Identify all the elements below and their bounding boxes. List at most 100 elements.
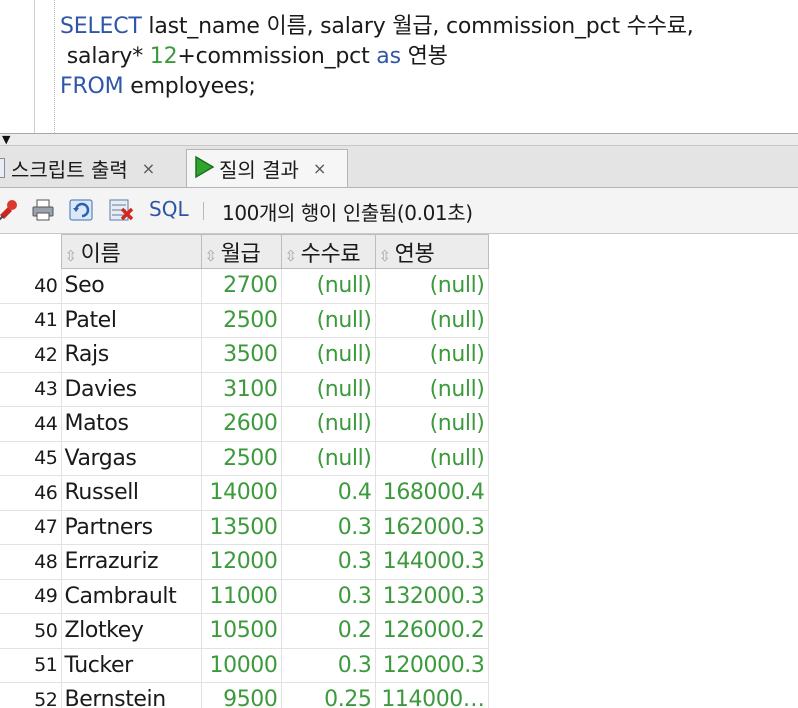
sql-editor[interactable]: SELECT last_name 이름, salary 월급, commissi… bbox=[0, 0, 798, 133]
table-row[interactable]: 51 Tucker 10000 0.3 120000.3 bbox=[0, 648, 489, 683]
cell-annual[interactable]: (null) bbox=[375, 372, 489, 407]
cell-annual[interactable]: (null) bbox=[375, 303, 489, 338]
close-icon[interactable]: × bbox=[313, 159, 326, 178]
cell-annual[interactable]: 126000.2 bbox=[375, 613, 489, 649]
cell-salary[interactable]: 14000 bbox=[201, 475, 282, 511]
cell-commission[interactable]: 0.4 bbox=[281, 475, 376, 511]
cell-commission[interactable]: (null) bbox=[281, 406, 376, 442]
cell-annual[interactable]: (null) bbox=[375, 441, 489, 476]
cell-name[interactable]: Cambrault bbox=[61, 579, 202, 614]
cell-salary[interactable]: 2700 bbox=[201, 268, 282, 304]
cell-commission[interactable]: 0.2 bbox=[281, 613, 376, 649]
cell-name[interactable]: Russell bbox=[61, 475, 202, 511]
table-row[interactable]: 40 Seo 2700 (null) (null) bbox=[0, 268, 489, 304]
cell-commission[interactable]: 0.3 bbox=[281, 579, 376, 614]
cell-salary[interactable]: 2500 bbox=[201, 441, 282, 476]
cell-annual[interactable]: 120000.3 bbox=[375, 648, 489, 683]
cell-salary[interactable]: 2500 bbox=[201, 303, 282, 338]
cell-annual[interactable]: (null) bbox=[375, 268, 489, 304]
sort-icon[interactable]: ⇳ bbox=[65, 247, 78, 265]
cell-salary[interactable]: 3100 bbox=[201, 372, 282, 407]
cell-commission[interactable]: 0.3 bbox=[281, 648, 376, 683]
cell-name[interactable]: Patel bbox=[61, 303, 202, 338]
sql-button[interactable]: SQL bbox=[149, 197, 189, 221]
cell-annual[interactable]: 132000.3 bbox=[375, 579, 489, 614]
sort-icon[interactable]: ⇳ bbox=[205, 247, 218, 265]
cell-commission[interactable]: (null) bbox=[281, 337, 376, 373]
cell-commission[interactable]: (null) bbox=[281, 303, 376, 338]
sort-icon[interactable]: ⇳ bbox=[285, 247, 298, 265]
refresh-icon[interactable] bbox=[68, 197, 94, 223]
code-line-1[interactable]: SELECT last_name 이름, salary 월급, commissi… bbox=[60, 12, 694, 42]
column-header-commission[interactable]: ⇳ 수수료 bbox=[280, 234, 376, 269]
column-header-label: 이름 bbox=[80, 241, 121, 267]
table-row[interactable]: 46 Russell 14000 0.4 168000.4 bbox=[0, 475, 489, 511]
cell-name[interactable]: Partners bbox=[61, 510, 202, 545]
cell-annual[interactable]: 162000.3 bbox=[375, 510, 489, 545]
cell-salary[interactable]: 13500 bbox=[201, 510, 282, 545]
cell-annual[interactable]: 144000.3 bbox=[375, 544, 489, 580]
cell-name[interactable]: Bernstein bbox=[61, 682, 202, 708]
tab-query-result[interactable]: 질의 결과 × bbox=[186, 149, 348, 187]
cell-salary[interactable]: 11000 bbox=[201, 579, 282, 614]
table-row[interactable]: 44 Matos 2600 (null) (null) bbox=[0, 406, 489, 442]
cell-name[interactable]: Vargas bbox=[61, 441, 202, 476]
cell-commission[interactable]: 0.25 bbox=[281, 682, 376, 708]
cell-name[interactable]: Rajs bbox=[61, 337, 202, 373]
cell-commission[interactable]: (null) bbox=[281, 372, 376, 407]
table-row[interactable]: 41 Patel 2500 (null) (null) bbox=[0, 303, 489, 338]
row-number: 44 bbox=[0, 406, 62, 442]
column-header-annual[interactable]: ⇳ 연봉 bbox=[374, 234, 489, 269]
collapse-icon[interactable]: ▼ bbox=[2, 134, 10, 145]
code-text: salary* bbox=[60, 44, 150, 69]
print-icon[interactable] bbox=[30, 197, 56, 223]
row-number: 41 bbox=[0, 303, 62, 338]
row-number-header bbox=[0, 234, 62, 269]
cell-name[interactable]: Seo bbox=[61, 268, 202, 304]
cell-salary[interactable]: 9500 bbox=[201, 682, 282, 708]
cell-salary[interactable]: 10500 bbox=[201, 613, 282, 649]
table-row[interactable]: 45 Vargas 2500 (null) (null) bbox=[0, 441, 489, 476]
cell-name[interactable]: Zlotkey bbox=[61, 613, 202, 649]
keyword-as: as bbox=[376, 44, 401, 69]
cell-annual[interactable]: 114000… bbox=[375, 682, 489, 708]
close-icon[interactable]: × bbox=[142, 159, 155, 178]
cell-commission[interactable]: 0.3 bbox=[281, 510, 376, 545]
cell-name[interactable]: Davies bbox=[61, 372, 202, 407]
table-row[interactable]: 43 Davies 3100 (null) (null) bbox=[0, 372, 489, 407]
table-row[interactable]: 50 Zlotkey 10500 0.2 126000.2 bbox=[0, 613, 489, 649]
row-number: 45 bbox=[0, 441, 62, 476]
code-line-2[interactable]: salary* 12+commission_pct as 연봉 bbox=[60, 42, 448, 72]
column-header-name[interactable]: ⇳ 이름 bbox=[60, 234, 202, 269]
sort-icon[interactable]: ⇳ bbox=[379, 247, 392, 265]
cell-annual[interactable]: (null) bbox=[375, 406, 489, 442]
cell-salary[interactable]: 2600 bbox=[201, 406, 282, 442]
row-number: 48 bbox=[0, 544, 62, 580]
table-row[interactable]: 49 Cambrault 11000 0.3 132000.3 bbox=[0, 579, 489, 614]
cell-commission[interactable]: (null) bbox=[281, 268, 376, 304]
cell-salary[interactable]: 10000 bbox=[201, 648, 282, 683]
tab-script-output[interactable]: 스크립트 출력 × bbox=[0, 149, 176, 187]
pin-icon[interactable] bbox=[0, 197, 22, 223]
cell-commission[interactable]: 0.3 bbox=[281, 544, 376, 580]
code-text: 연봉 bbox=[400, 44, 448, 69]
table-row[interactable]: 47 Partners 13500 0.3 162000.3 bbox=[0, 510, 489, 545]
result-grid[interactable]: ⇳ 이름 ⇳ 월급 ⇳ 수수료 ⇳ 연봉 40 Seo 2700 (null) (null) 4… bbox=[0, 234, 798, 708]
cell-commission[interactable]: (null) bbox=[281, 441, 376, 476]
result-tab-strip: 스크립트 출력 × 질의 결과 × bbox=[0, 146, 798, 188]
table-row[interactable]: 52 Bernstein 9500 0.25 114000… bbox=[0, 682, 489, 708]
code-line-3[interactable]: FROM employees; bbox=[60, 72, 256, 102]
column-header-salary[interactable]: ⇳ 월급 bbox=[200, 234, 282, 269]
delete-icon[interactable] bbox=[108, 197, 134, 223]
fetch-status: 100개의 행이 인출됨(0.01초) bbox=[222, 201, 473, 225]
cell-name[interactable]: Matos bbox=[61, 406, 202, 442]
cell-annual[interactable]: (null) bbox=[375, 337, 489, 373]
panel-splitter[interactable]: ▼ bbox=[0, 133, 798, 146]
table-row[interactable]: 48 Errazuriz 12000 0.3 144000.3 bbox=[0, 544, 489, 580]
cell-annual[interactable]: 168000.4 bbox=[375, 475, 489, 511]
cell-salary[interactable]: 3500 bbox=[201, 337, 282, 373]
cell-name[interactable]: Tucker bbox=[61, 648, 202, 683]
table-row[interactable]: 42 Rajs 3500 (null) (null) bbox=[0, 337, 489, 373]
cell-salary[interactable]: 12000 bbox=[201, 544, 282, 580]
cell-name[interactable]: Errazuriz bbox=[61, 544, 202, 580]
